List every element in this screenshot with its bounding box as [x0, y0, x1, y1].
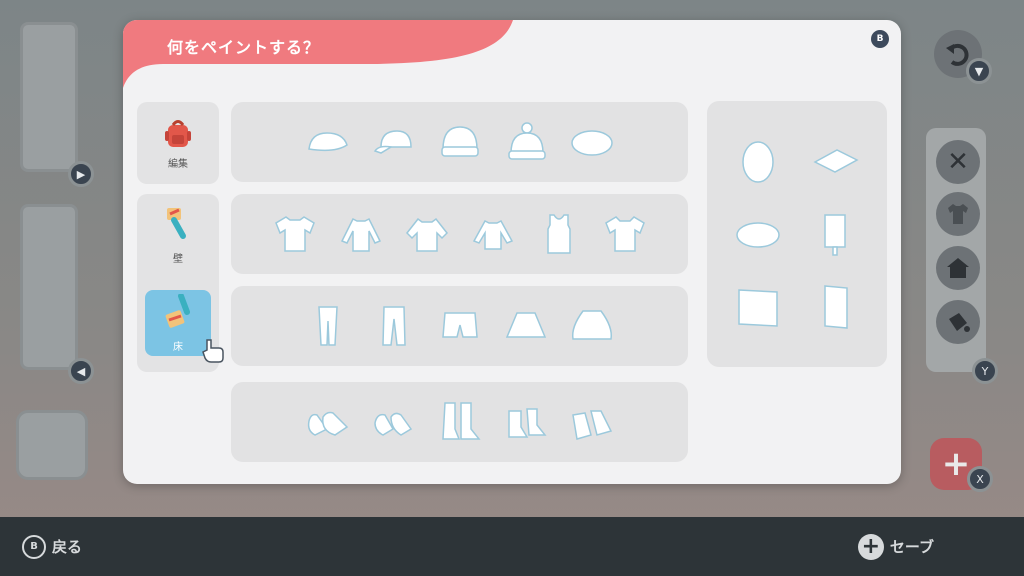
boots-icon[interactable] [436, 398, 484, 446]
left-slot-circle [16, 410, 88, 480]
shirt-icon[interactable] [936, 192, 980, 236]
polo-shirt-icon[interactable] [601, 210, 649, 258]
save-button[interactable]: + セーブ [857, 533, 934, 560]
beanie-icon[interactable] [436, 118, 484, 166]
baseball-cap-icon[interactable] [370, 118, 418, 166]
ankle-boots-icon[interactable] [502, 398, 550, 446]
modal-title: 何をペイントする？ [167, 38, 321, 57]
long-skirt-icon[interactable] [568, 302, 616, 350]
category-edit-panel: 編集 [137, 102, 219, 184]
canvas-square-icon[interactable] [734, 283, 782, 331]
long-sleeve-icon[interactable] [337, 210, 385, 258]
tank-top-icon[interactable] [535, 210, 583, 258]
shorts-icon[interactable] [436, 302, 484, 350]
paint-roller-icon [165, 293, 190, 328]
close-icon[interactable]: ✕ [936, 140, 980, 184]
shoes-row [231, 382, 688, 462]
signboard-icon[interactable] [812, 210, 860, 258]
canvas-tall-icon[interactable] [812, 283, 860, 331]
paint-roller-icon [167, 207, 186, 239]
left-slot-bottom [20, 204, 78, 370]
y-button[interactable]: Y [972, 358, 998, 384]
slip-ons-icon[interactable] [568, 398, 616, 446]
back-label: 戻る [52, 538, 83, 556]
slot-next-button[interactable]: ▶ [68, 161, 94, 187]
knit-hat-icon[interactable] [502, 118, 550, 166]
egg-icon[interactable] [734, 137, 782, 185]
category-wall[interactable]: 壁 [145, 202, 211, 268]
bottoms-row [231, 286, 688, 366]
sweater-icon[interactable] [403, 210, 451, 258]
category-edit-label: 編集 [168, 158, 188, 170]
tops-row [231, 194, 688, 274]
bottom-bar: B 戻る + セーブ [0, 517, 1024, 576]
skirt-icon[interactable] [502, 302, 550, 350]
loafers-icon[interactable] [370, 398, 418, 446]
close-b-button[interactable]: B [871, 30, 889, 48]
rug-oval-icon[interactable] [734, 210, 782, 258]
x-button[interactable]: X [967, 466, 993, 492]
t-shirt-icon[interactable] [271, 210, 319, 258]
save-label: セーブ [889, 538, 934, 556]
jacket-icon[interactable] [469, 210, 517, 258]
undo-dropdown-button[interactable]: ▼ [966, 58, 992, 84]
cap-icon[interactable] [304, 118, 352, 166]
back-button[interactable]: B 戻る [22, 534, 83, 559]
paint-bucket-icon[interactable] [936, 300, 980, 344]
pants-icon[interactable] [304, 302, 352, 350]
hand-cursor-icon [202, 339, 224, 363]
slot-prev-button[interactable]: ◀ [68, 358, 94, 384]
left-slot-top [20, 22, 78, 172]
hats-row [231, 102, 688, 182]
beret-icon[interactable] [568, 118, 616, 166]
trousers-icon[interactable] [370, 302, 418, 350]
backpack-icon [165, 119, 191, 147]
plus-icon: + [857, 533, 884, 560]
floor-items-panel [707, 101, 887, 367]
paint-select-modal: 何をペイントする？ B 編集 壁 床 [123, 20, 901, 484]
category-wall-label: 壁 [173, 253, 183, 265]
b-key-icon: B [22, 534, 46, 559]
floor-tile-icon[interactable] [812, 137, 860, 185]
category-edit[interactable]: 編集 [145, 110, 211, 176]
category-floor-label: 床 [173, 341, 183, 353]
sneakers-icon[interactable] [304, 398, 352, 446]
house-icon[interactable] [936, 246, 980, 290]
